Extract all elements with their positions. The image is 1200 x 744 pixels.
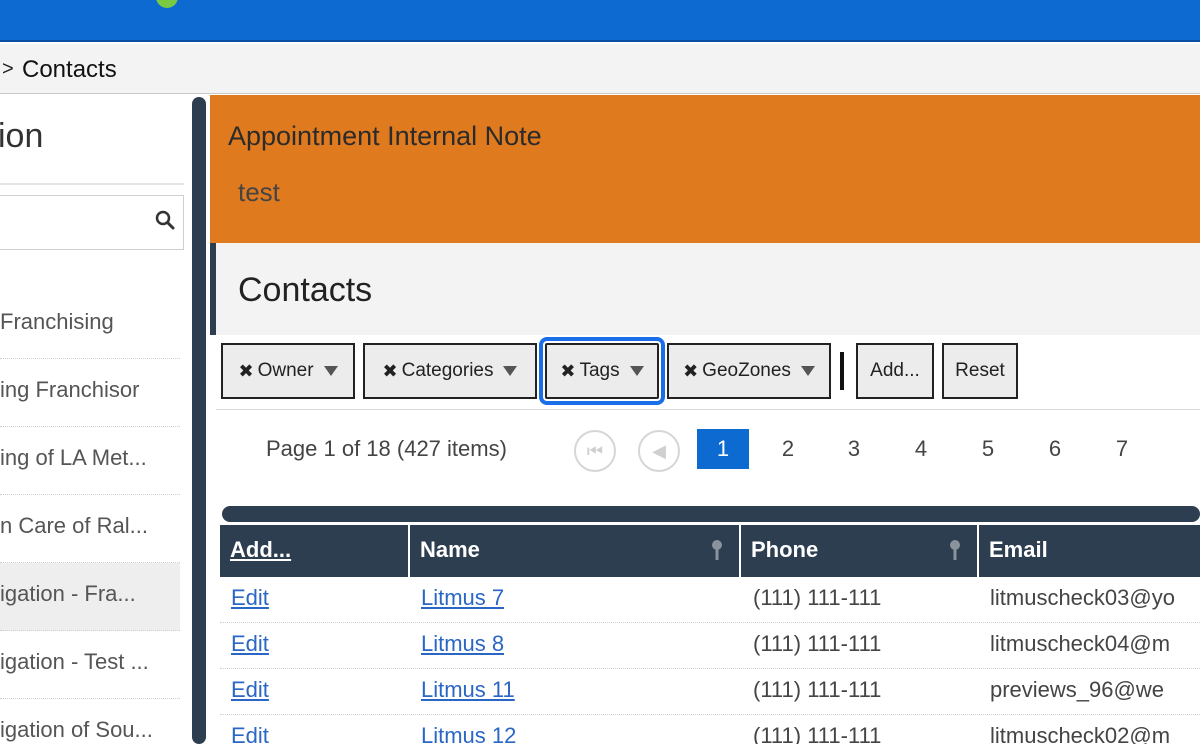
caret-down-icon[interactable] xyxy=(503,366,518,376)
first-page-icon[interactable]: ⏮ xyxy=(574,430,616,472)
edit-link[interactable]: Edit xyxy=(231,677,269,703)
filter-bar: ✖ Owner ✖ Categories ✖ Tags ✖ GeoZones A… xyxy=(216,336,1200,410)
list-item[interactable]: igation of Sou... xyxy=(0,699,180,744)
email-cell: litmuscheck04@m xyxy=(990,631,1171,656)
pin-icon[interactable] xyxy=(947,539,963,561)
edit-link[interactable]: Edit xyxy=(231,585,269,611)
note-body: test xyxy=(238,177,280,207)
add-filter-button[interactable]: Add... xyxy=(856,343,934,399)
left-panel-title: ion xyxy=(0,117,44,155)
categories-filter-button[interactable]: ✖ Categories xyxy=(363,343,537,399)
table-row: Edit Litmus 7 (111) 111-111 litmuscheck0… xyxy=(220,577,1200,623)
column-header-label: Email xyxy=(989,537,1048,562)
logo xyxy=(156,0,178,8)
email-cell: previews_96@we xyxy=(990,677,1164,702)
caret-down-icon[interactable] xyxy=(323,366,338,376)
page-info: Page 1 of 18 (427 items) xyxy=(266,436,507,461)
note-title: Appointment Internal Note xyxy=(228,121,542,151)
left-panel: ion Franchising ing Franchisor ing of LA… xyxy=(0,95,190,744)
company-list: Franchising ing Franchisor ing of LA Met… xyxy=(0,291,180,744)
column-header-phone[interactable]: Phone xyxy=(741,525,979,577)
grid-header: Add... Name Phone Email xyxy=(220,525,1200,577)
column-header-name[interactable]: Name xyxy=(410,525,741,577)
divider xyxy=(840,352,844,390)
page-button[interactable]: 7 xyxy=(1096,429,1148,469)
edit-link[interactable]: Edit xyxy=(231,631,269,657)
search-input[interactable] xyxy=(0,195,184,250)
pager: Page 1 of 18 (427 items) ⏮ ◀ 1 2 3 4 5 6… xyxy=(216,412,1200,492)
phone-cell: (111) 111-111 xyxy=(753,631,882,656)
column-header-label: Phone xyxy=(751,537,819,562)
breadcrumb-current: Contacts xyxy=(22,56,117,83)
geozones-filter-label: GeoZones xyxy=(702,360,791,381)
page-button[interactable]: 2 xyxy=(762,429,814,469)
prev-page-icon[interactable]: ◀ xyxy=(638,430,680,472)
remove-icon[interactable]: ✖ xyxy=(238,361,253,382)
list-item[interactable]: Franchising xyxy=(0,291,180,359)
grid-horizontal-scrollbar[interactable] xyxy=(222,506,1200,522)
page-button[interactable]: 5 xyxy=(962,429,1014,469)
list-item[interactable]: igation - Test ... xyxy=(0,631,180,699)
list-item-selected[interactable]: igation - Fra... xyxy=(0,563,180,631)
column-header-label: Name xyxy=(420,537,480,562)
page-button[interactable]: 4 xyxy=(895,429,947,469)
tags-filter-label: Tags xyxy=(579,360,620,381)
page-title: Contacts xyxy=(238,271,373,309)
owner-filter-button[interactable]: ✖ Owner xyxy=(221,343,355,399)
section-header: Contacts xyxy=(210,243,1200,335)
categories-filter-label: Categories xyxy=(401,360,494,381)
remove-icon[interactable]: ✖ xyxy=(383,361,398,382)
contact-name-link[interactable]: Litmus 12 xyxy=(421,723,516,744)
contact-name-link[interactable]: Litmus 7 xyxy=(421,585,504,611)
geozones-filter-button[interactable]: ✖ GeoZones xyxy=(667,343,831,399)
add-contact-link[interactable]: Add... xyxy=(220,525,410,577)
contact-name-link[interactable]: Litmus 8 xyxy=(421,631,504,657)
internal-note-banner: Appointment Internal Note test xyxy=(210,95,1200,243)
remove-icon[interactable]: ✖ xyxy=(683,361,698,382)
top-app-bar xyxy=(0,0,1200,42)
tags-filter-button[interactable]: ✖ Tags xyxy=(539,337,665,405)
caret-down-icon[interactable] xyxy=(629,366,644,376)
table-row: Edit Litmus 11 (111) 111-111 previews_96… xyxy=(220,669,1200,715)
pin-icon[interactable] xyxy=(709,539,725,561)
column-header-email[interactable]: Email xyxy=(979,525,1200,577)
email-cell: litmuscheck03@yo xyxy=(990,585,1175,610)
search-icon[interactable] xyxy=(155,210,175,230)
remove-icon[interactable]: ✖ xyxy=(560,361,575,382)
breadcrumb-separator: > xyxy=(2,58,14,80)
contact-name-link[interactable]: Litmus 11 xyxy=(421,677,515,703)
contacts-grid: Add... Name Phone Email Edit Litmus 7 (1… xyxy=(220,525,1200,744)
table-row: Edit Litmus 12 (111) 111-111 litmuscheck… xyxy=(220,715,1200,744)
page-button[interactable]: 1 xyxy=(697,429,749,469)
phone-cell: (111) 111-111 xyxy=(753,585,882,610)
add-contact-label: Add... xyxy=(230,537,292,562)
owner-filter-label: Owner xyxy=(257,360,314,381)
table-row: Edit Litmus 8 (111) 111-111 litmuscheck0… xyxy=(220,623,1200,669)
divider xyxy=(0,183,184,185)
email-cell: litmuscheck02@m xyxy=(990,723,1171,744)
caret-down-icon[interactable] xyxy=(800,366,815,376)
list-item[interactable]: ing of LA Met... xyxy=(0,427,180,495)
list-item[interactable]: ing Franchisor xyxy=(0,359,180,427)
page-button[interactable]: 3 xyxy=(828,429,880,469)
phone-cell: (111) 111-111 xyxy=(753,723,882,744)
breadcrumb: > Contacts xyxy=(0,44,1200,94)
splitter-scrollbar[interactable] xyxy=(192,97,206,744)
page-button[interactable]: 6 xyxy=(1029,429,1081,469)
list-item[interactable]: n Care of Ral... xyxy=(0,495,180,563)
phone-cell: (111) 111-111 xyxy=(753,677,882,702)
reset-filters-button[interactable]: Reset xyxy=(942,343,1018,399)
edit-link[interactable]: Edit xyxy=(231,723,269,744)
